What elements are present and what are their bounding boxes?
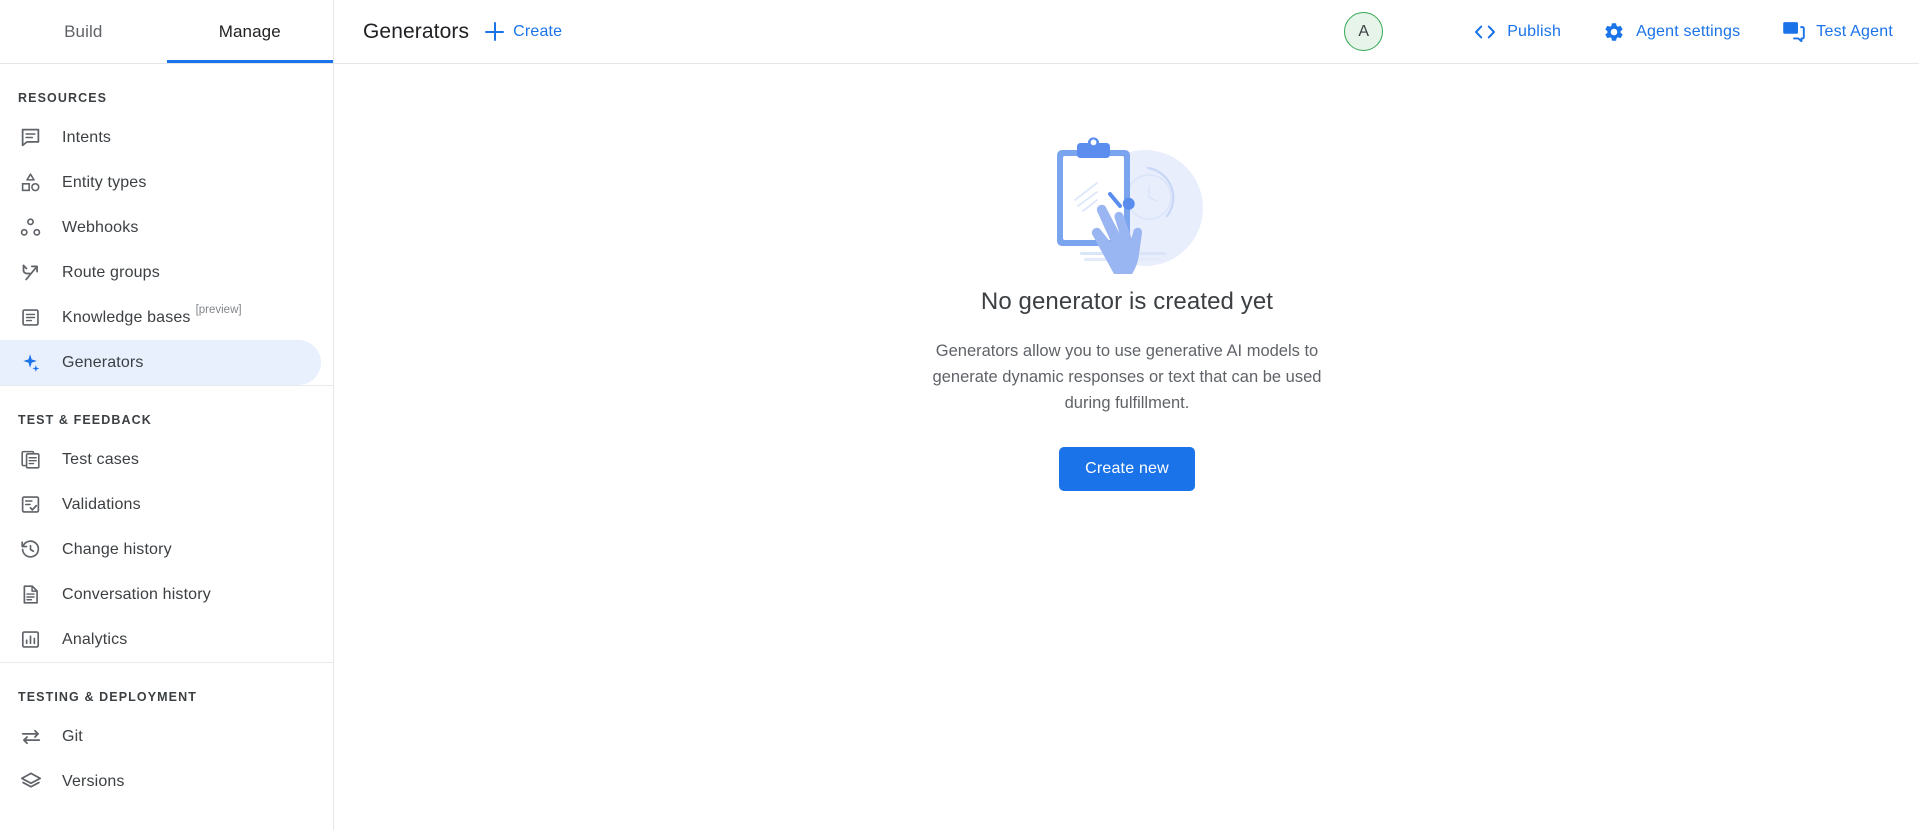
sidebar-item-label: Entity types <box>62 174 147 192</box>
sidebar-item-label: Validations <box>62 496 141 514</box>
sidebar-section-resources: RESOURCES Intents <box>0 64 333 385</box>
sidebar: RESOURCES Intents <box>0 64 334 830</box>
sidebar-item-label: Knowledge bases <box>62 309 191 327</box>
sidebar-item-entity-types[interactable]: Entity types <box>0 160 321 205</box>
sidebar-item-intents[interactable]: Intents <box>0 115 321 160</box>
agent-settings-label: Agent settings <box>1636 23 1740 41</box>
document-lines-icon <box>19 306 42 329</box>
sidebar-item-label: Change history <box>62 541 172 559</box>
tab-manage[interactable]: Manage <box>167 0 334 63</box>
sidebar-item-route-groups[interactable]: Route groups <box>0 250 321 295</box>
sidebar-item-label: Test cases <box>62 451 139 469</box>
sparkle-icon <box>19 351 42 374</box>
sidebar-section-testing-deployment: TESTING & DEPLOYMENT Git <box>0 662 333 804</box>
sidebar-item-validations[interactable]: Validations <box>0 482 321 527</box>
sync-arrows-icon <box>19 725 42 748</box>
sidebar-item-label: Intents <box>62 129 111 147</box>
sidebar-item-test-cases[interactable]: Test cases <box>0 437 321 482</box>
nodes-icon <box>19 216 42 239</box>
sidebar-item-generators[interactable]: Generators <box>0 340 321 385</box>
sidebar-item-label: Route groups <box>62 264 160 282</box>
top-bar-actions: A Publish Agent settings <box>1344 0 1919 63</box>
section-label-test-feedback: TEST & FEEDBACK <box>0 386 333 437</box>
sidebar-item-versions[interactable]: Versions <box>0 759 321 804</box>
create-link-label: Create <box>513 23 562 41</box>
code-brackets-icon <box>1474 24 1496 40</box>
publish-label: Publish <box>1507 23 1561 41</box>
sidebar-item-label: Conversation history <box>62 586 211 604</box>
preview-badge: [preview] <box>196 304 242 316</box>
sidebar-item-label: Webhooks <box>62 219 139 237</box>
layers-icon <box>19 770 42 793</box>
branch-arrow-icon <box>19 261 42 284</box>
copy-document-icon <box>19 448 42 471</box>
sidebar-item-label: Git <box>62 728 83 746</box>
sidebar-item-git[interactable]: Git <box>0 714 321 759</box>
chat-bubbles-icon <box>1782 21 1805 42</box>
mode-tabs: Build Manage <box>0 0 334 63</box>
avatar[interactable]: A <box>1344 12 1383 51</box>
create-new-button[interactable]: Create new <box>1059 447 1195 491</box>
app-root: Build Manage Generators Create A <box>0 0 1919 830</box>
section-label-testing-deployment: TESTING & DEPLOYMENT <box>0 663 333 714</box>
sidebar-item-conversation-history[interactable]: Conversation history <box>0 572 321 617</box>
page-title-area: Generators Create <box>334 0 562 63</box>
sidebar-item-label: Generators <box>62 354 144 372</box>
empty-state: No generator is created yet Generators a… <box>917 124 1337 491</box>
agent-settings-button[interactable]: Agent settings <box>1603 21 1740 43</box>
top-bar: Build Manage Generators Create A <box>0 0 1919 64</box>
comment-lines-icon <box>19 126 42 149</box>
history-clock-icon <box>19 538 42 561</box>
bar-chart-icon <box>19 628 42 651</box>
sidebar-item-webhooks[interactable]: Webhooks <box>0 205 321 250</box>
sidebar-item-label: Versions <box>62 773 125 791</box>
tab-build[interactable]: Build <box>0 0 167 63</box>
file-text-icon <box>19 583 42 606</box>
empty-state-description: Generators allow you to use generative A… <box>917 338 1337 416</box>
empty-state-title: No generator is created yet <box>981 288 1273 316</box>
plus-icon <box>485 22 504 41</box>
gear-icon <box>1603 21 1625 43</box>
section-label-resources: RESOURCES <box>0 64 333 115</box>
shapes-icon <box>19 171 42 194</box>
sidebar-item-label: Analytics <box>62 631 127 649</box>
sidebar-section-test-feedback: TEST & FEEDBACK Test cases <box>0 385 333 662</box>
publish-button[interactable]: Publish <box>1474 23 1561 41</box>
sidebar-item-analytics[interactable]: Analytics <box>0 617 321 662</box>
page-title: Generators <box>363 20 469 44</box>
avatar-initial: A <box>1358 23 1369 41</box>
sidebar-item-knowledge-bases[interactable]: Knowledge bases [preview] <box>0 295 321 340</box>
checklist-icon <box>19 493 42 516</box>
clipboard-hand-illustration <box>1022 124 1232 288</box>
test-agent-button[interactable]: Test Agent <box>1782 21 1893 42</box>
create-link[interactable]: Create <box>485 22 562 41</box>
main-content: No generator is created yet Generators a… <box>335 64 1919 830</box>
test-agent-label: Test Agent <box>1816 23 1893 41</box>
sidebar-item-change-history[interactable]: Change history <box>0 527 321 572</box>
